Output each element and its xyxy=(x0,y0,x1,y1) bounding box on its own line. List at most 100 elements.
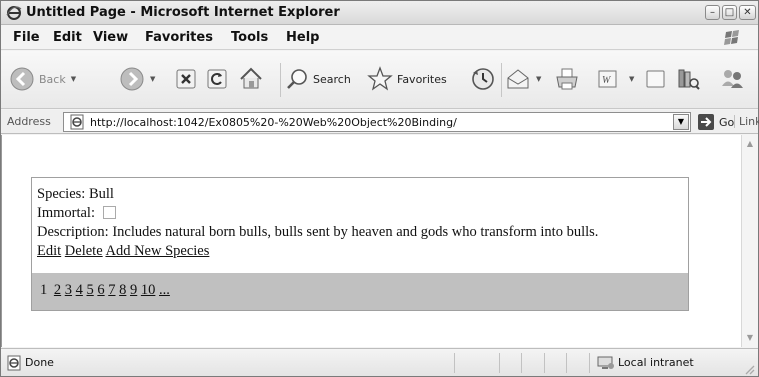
forward-dropdown-icon[interactable]: ▼ xyxy=(150,75,155,83)
menu-view[interactable]: View xyxy=(93,30,128,45)
immortal-label: Immortal: xyxy=(37,205,95,221)
menu-tools[interactable]: Tools xyxy=(231,30,268,45)
scroll-up-icon[interactable]: ▲ xyxy=(743,137,757,151)
search-button[interactable]: Search xyxy=(285,64,351,94)
address-input[interactable]: http://localhost:1042/Ex0805%20-%20Web%2… xyxy=(63,112,691,132)
security-zone-label: Local intranet xyxy=(618,356,694,369)
add-new-species-link[interactable]: Add New Species xyxy=(105,243,209,259)
browser-window: Untitled Page - Microsoft Internet Explo… xyxy=(0,0,759,377)
star-icon xyxy=(367,66,393,92)
status-divider xyxy=(521,353,522,373)
back-label: Back xyxy=(39,72,66,86)
pager-link-7[interactable]: 7 xyxy=(108,282,115,298)
back-arrow-icon xyxy=(9,66,35,92)
home-button[interactable] xyxy=(238,64,264,94)
page-content: Species: Bull Immortal: Description: Inc… xyxy=(1,135,741,347)
status-divider xyxy=(499,353,500,373)
mail-icon xyxy=(505,66,531,92)
menu-help[interactable]: Help xyxy=(286,30,319,45)
local-intranet-icon xyxy=(597,355,615,371)
pager-link-6[interactable]: 6 xyxy=(97,282,104,298)
description-label: Description: xyxy=(37,224,109,240)
minimize-button[interactable]: – xyxy=(705,5,720,20)
back-dropdown-icon[interactable]: ▼ xyxy=(71,75,76,83)
species-value: Bull xyxy=(88,186,114,202)
close-button[interactable]: ✕ xyxy=(739,5,756,20)
delete-link[interactable]: Delete xyxy=(65,243,103,259)
refresh-icon xyxy=(206,68,228,90)
pager-link-3[interactable]: 3 xyxy=(65,282,72,298)
pager-link-8[interactable]: 8 xyxy=(119,282,126,298)
pager-link-5[interactable]: 5 xyxy=(87,282,94,298)
pager-link-9[interactable]: 9 xyxy=(130,282,137,298)
scroll-down-icon[interactable]: ▼ xyxy=(743,331,757,345)
immortal-checkbox xyxy=(102,206,116,219)
description-row: Description: Includes natural born bulls… xyxy=(37,223,688,242)
status-divider xyxy=(544,353,545,373)
status-bar: Done Local intranet xyxy=(1,348,758,376)
back-button[interactable]: Back ▼ xyxy=(9,64,76,94)
page-icon xyxy=(69,114,85,130)
messenger-button[interactable] xyxy=(719,64,745,94)
favorites-label: Favorites xyxy=(397,72,447,86)
species-row: Species: Bull xyxy=(37,185,688,204)
pager-link-more[interactable]: ... xyxy=(159,282,170,298)
ie-logo-icon xyxy=(6,5,22,21)
address-label: Address xyxy=(7,115,51,128)
messenger-icon xyxy=(719,66,745,92)
search-label: Search xyxy=(313,72,351,86)
resize-grip-icon[interactable] xyxy=(743,363,755,375)
search-icon xyxy=(285,67,309,91)
toolbar-separator xyxy=(501,63,502,97)
forward-button[interactable]: ▼ xyxy=(119,64,155,94)
history-icon xyxy=(470,66,496,92)
standard-toolbar: Back ▼ ▼ Search Favorites ▼ W ▼ xyxy=(1,51,758,109)
pager: 1 2 3 4 5 6 7 8 9 10 ... xyxy=(32,273,688,310)
history-button[interactable] xyxy=(470,64,496,94)
go-arrow-icon xyxy=(697,113,715,131)
forward-arrow-icon xyxy=(119,66,145,92)
address-dropdown-icon[interactable]: ▼ xyxy=(673,114,689,130)
refresh-button[interactable] xyxy=(206,64,228,94)
pager-link-2[interactable]: 2 xyxy=(54,282,61,298)
title-bar: Untitled Page - Microsoft Internet Explo… xyxy=(1,1,758,25)
research-button[interactable] xyxy=(675,64,701,94)
record-actions: Edit Delete Add New Species xyxy=(37,242,688,261)
status-divider xyxy=(566,353,567,373)
status-divider xyxy=(589,353,590,373)
favorites-button[interactable]: Favorites xyxy=(367,64,447,94)
species-label: Species: xyxy=(37,186,86,202)
page-done-icon xyxy=(6,355,22,371)
menu-bar: File Edit View Favorites Tools Help xyxy=(1,26,758,50)
discuss-button[interactable] xyxy=(643,64,669,94)
windows-logo-icon xyxy=(718,28,746,48)
toolbar-separator xyxy=(280,63,281,97)
mail-button[interactable]: ▼ xyxy=(505,64,541,94)
edit-dropdown-icon[interactable]: ▼ xyxy=(629,75,634,83)
pager-link-10[interactable]: 10 xyxy=(141,282,156,298)
stop-button[interactable] xyxy=(175,64,197,94)
menu-favorites[interactable]: Favorites xyxy=(145,30,213,45)
links-toolbar[interactable]: Links xyxy=(734,115,759,128)
species-dataview: Species: Bull Immortal: Description: Inc… xyxy=(31,177,689,311)
window-title: Untitled Page - Microsoft Internet Explo… xyxy=(26,5,340,20)
vertical-scrollbar[interactable]: ▲ ▼ xyxy=(741,135,758,347)
go-button[interactable]: Go xyxy=(697,113,734,131)
maximize-button[interactable]: □ xyxy=(722,5,737,20)
home-icon xyxy=(238,66,264,92)
address-bar: Address http://localhost:1042/Ex0805%20-… xyxy=(1,110,759,134)
menu-edit[interactable]: Edit xyxy=(53,30,82,45)
discuss-icon xyxy=(643,66,669,92)
mail-dropdown-icon[interactable]: ▼ xyxy=(536,75,541,83)
species-record: Species: Bull Immortal: Description: Inc… xyxy=(32,178,688,272)
edit-with-word-button[interactable]: W ▼ xyxy=(596,64,634,94)
research-icon xyxy=(675,66,701,92)
stop-icon xyxy=(175,68,197,90)
status-text: Done xyxy=(25,356,54,369)
description-value: Includes natural born bulls, bulls sent … xyxy=(112,224,599,240)
menu-file[interactable]: File xyxy=(13,30,40,45)
pager-link-4[interactable]: 4 xyxy=(76,282,83,298)
word-document-icon: W xyxy=(596,67,620,91)
edit-link[interactable]: Edit xyxy=(37,243,61,259)
print-button[interactable] xyxy=(554,64,580,94)
